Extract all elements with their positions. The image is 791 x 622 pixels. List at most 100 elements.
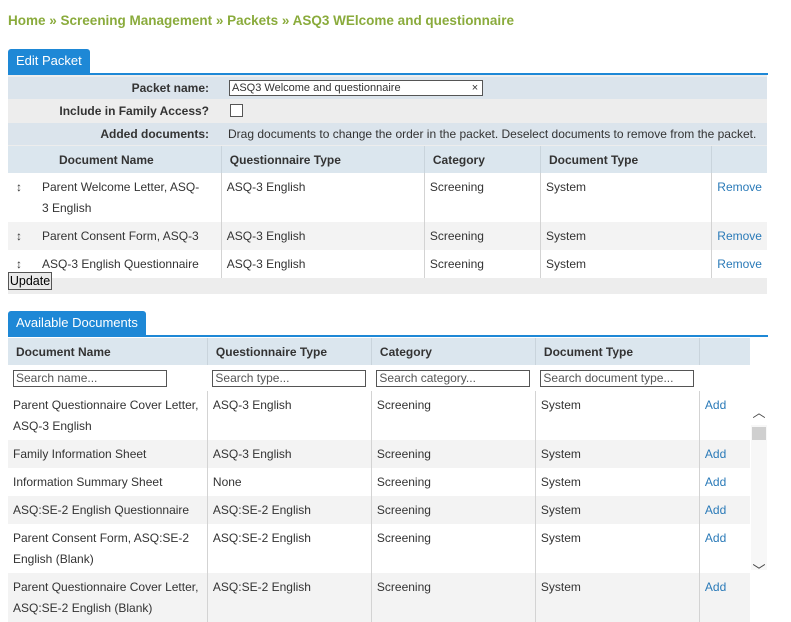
search-type-input[interactable] — [212, 369, 367, 387]
table-row[interactable]: ↕ Parent Consent Form, ASQ-3 ASQ-3 Englis… — [8, 222, 767, 250]
table-header-row: Document Name Questionnaire Type Categor… — [8, 146, 767, 173]
category-cell: Screening — [371, 524, 536, 573]
table-row[interactable]: Parent Questionnaire Cover Letter, ASQ:S… — [8, 573, 750, 622]
breadcrumb-separator: » — [45, 13, 61, 28]
document-type-cell: System — [535, 573, 700, 622]
document-name-cell: Family Information Sheet — [8, 440, 208, 468]
document-name: Parent Consent Form, ASQ-3 — [42, 229, 199, 243]
column-header-actions — [711, 146, 767, 173]
document-type-cell: System — [535, 468, 700, 496]
questionnaire-type-cell: ASQ-3 English — [221, 173, 425, 222]
action-cell: Add — [699, 573, 750, 622]
add-link[interactable]: Add — [705, 503, 726, 517]
questionnaire-type-cell: ASQ-3 English — [207, 440, 372, 468]
packet-name-row: Packet name: ASQ3 Welcome and questionna… — [8, 77, 767, 99]
breadcrumb: Home » Screening Management » Packets » … — [8, 13, 514, 28]
search-document-type-input[interactable] — [540, 369, 695, 387]
family-access-row: Include in Family Access? — [8, 100, 767, 122]
update-button[interactable]: Update — [8, 272, 52, 290]
column-header-document-type: Document Type — [535, 338, 700, 365]
scrollbar-thumb[interactable] — [752, 427, 766, 440]
action-cell: Remove — [711, 250, 767, 278]
breadcrumb-separator: » — [212, 13, 228, 28]
add-link[interactable]: Add — [705, 398, 726, 412]
search-name-input[interactable] — [13, 369, 167, 387]
document-type-cell: System — [540, 250, 713, 278]
questionnaire-type-cell: ASQ:SE-2 English — [207, 524, 372, 573]
document-type-cell: System — [540, 173, 713, 222]
questionnaire-type-cell: ASQ-3 English — [207, 391, 372, 440]
table-row[interactable]: Information Summary Sheet None Screening… — [8, 468, 750, 496]
filter-cell — [8, 365, 208, 391]
document-name: ASQ-3 English Questionnaire — [42, 257, 199, 271]
add-link[interactable]: Add — [705, 447, 726, 461]
remove-link[interactable]: Remove — [717, 257, 762, 271]
filter-cell — [535, 365, 700, 391]
category-cell: Screening — [424, 173, 542, 222]
questionnaire-type-cell: ASQ-3 English — [221, 250, 425, 278]
remove-link[interactable]: Remove — [717, 229, 762, 243]
filter-cell — [699, 365, 750, 391]
breadcrumb-current: ASQ3 WElcome and questionnaire — [292, 13, 514, 28]
drag-handle-icon[interactable]: ↕ — [16, 226, 42, 247]
questionnaire-type-cell: ASQ:SE-2 English — [207, 573, 372, 622]
action-cell: Remove — [711, 222, 767, 250]
clear-icon[interactable]: × — [468, 80, 482, 96]
added-documents-row: Added documents: Drag documents to chang… — [8, 123, 767, 145]
category-cell: Screening — [424, 250, 542, 278]
action-cell: Add — [699, 468, 750, 496]
category-cell: Screening — [371, 573, 536, 622]
tab-edit-packet[interactable]: Edit Packet — [8, 49, 90, 74]
table-header-row: Document Name Questionnaire Type Categor… — [8, 338, 750, 365]
column-header-category: Category — [424, 146, 542, 173]
table-row[interactable]: ↕ Parent Welcome Letter, ASQ-3 English AS… — [8, 173, 767, 222]
packet-name-label: Packet name: — [131, 81, 209, 95]
remove-link[interactable]: Remove — [717, 180, 762, 194]
column-header-actions — [699, 338, 750, 365]
column-header-category: Category — [371, 338, 536, 365]
column-header-document-name: Document Name — [8, 146, 222, 173]
search-category-input[interactable] — [376, 369, 531, 387]
document-type-cell: System — [535, 524, 700, 573]
breadcrumb-home[interactable]: Home — [8, 13, 46, 28]
document-name-cell: Information Summary Sheet — [8, 468, 208, 496]
family-access-checkbox[interactable] — [230, 104, 243, 117]
action-cell: Remove — [711, 173, 767, 222]
added-documents-hint: Drag documents to change the order in th… — [228, 127, 757, 141]
tab-available-documents[interactable]: Available Documents — [8, 311, 146, 336]
breadcrumb-packets[interactable]: Packets — [227, 13, 278, 28]
document-type-cell: System — [540, 222, 713, 250]
filter-row — [8, 365, 750, 391]
add-link[interactable]: Add — [705, 580, 726, 594]
document-name-cell: ASQ:SE-2 English Questionnaire — [8, 496, 208, 524]
table-row[interactable]: Parent Questionnaire Cover Letter, ASQ-3… — [8, 391, 750, 440]
add-link[interactable]: Add — [705, 531, 726, 545]
family-access-label: Include in Family Access? — [59, 104, 209, 118]
category-cell: Screening — [371, 440, 536, 468]
breadcrumb-screening-management[interactable]: Screening Management — [61, 13, 213, 28]
breadcrumb-separator: » — [278, 13, 293, 28]
questionnaire-type-cell: None — [207, 468, 372, 496]
chevron-down-icon[interactable]: ﹀ — [751, 563, 767, 579]
table-row[interactable]: ASQ:SE-2 English Questionnaire ASQ:SE-2 … — [8, 496, 750, 524]
questionnaire-type-cell: ASQ:SE-2 English — [207, 496, 372, 524]
table-row[interactable]: ↕ ASQ-3 English Questionnaire ASQ-3 Engli… — [8, 250, 767, 278]
document-type-cell: System — [535, 440, 700, 468]
drag-handle-icon[interactable]: ↕ — [16, 177, 42, 198]
column-header-questionnaire-type: Questionnaire Type — [221, 146, 425, 173]
available-documents-table: Document Name Questionnaire Type Categor… — [8, 338, 750, 622]
filter-cell — [207, 365, 372, 391]
table-row[interactable]: Family Information Sheet ASQ-3 English S… — [8, 440, 750, 468]
scrollbar-track[interactable] — [751, 425, 767, 570]
questionnaire-type-cell: ASQ-3 English — [221, 222, 425, 250]
table-row[interactable]: Parent Consent Form, ASQ:SE-2 English (B… — [8, 524, 750, 573]
category-cell: Screening — [371, 391, 536, 440]
document-name-cell: Parent Questionnaire Cover Letter, ASQ-3… — [8, 391, 208, 440]
document-type-cell: System — [535, 391, 700, 440]
column-header-document-name: Document Name — [8, 338, 208, 365]
chevron-up-icon[interactable]: ︿ — [751, 405, 767, 421]
add-link[interactable]: Add — [705, 475, 726, 489]
action-cell: Add — [699, 524, 750, 573]
packet-name-input[interactable]: ASQ3 Welcome and questionnaire — [229, 80, 483, 96]
document-name-cell: ↕ Parent Consent Form, ASQ-3 — [8, 222, 222, 250]
